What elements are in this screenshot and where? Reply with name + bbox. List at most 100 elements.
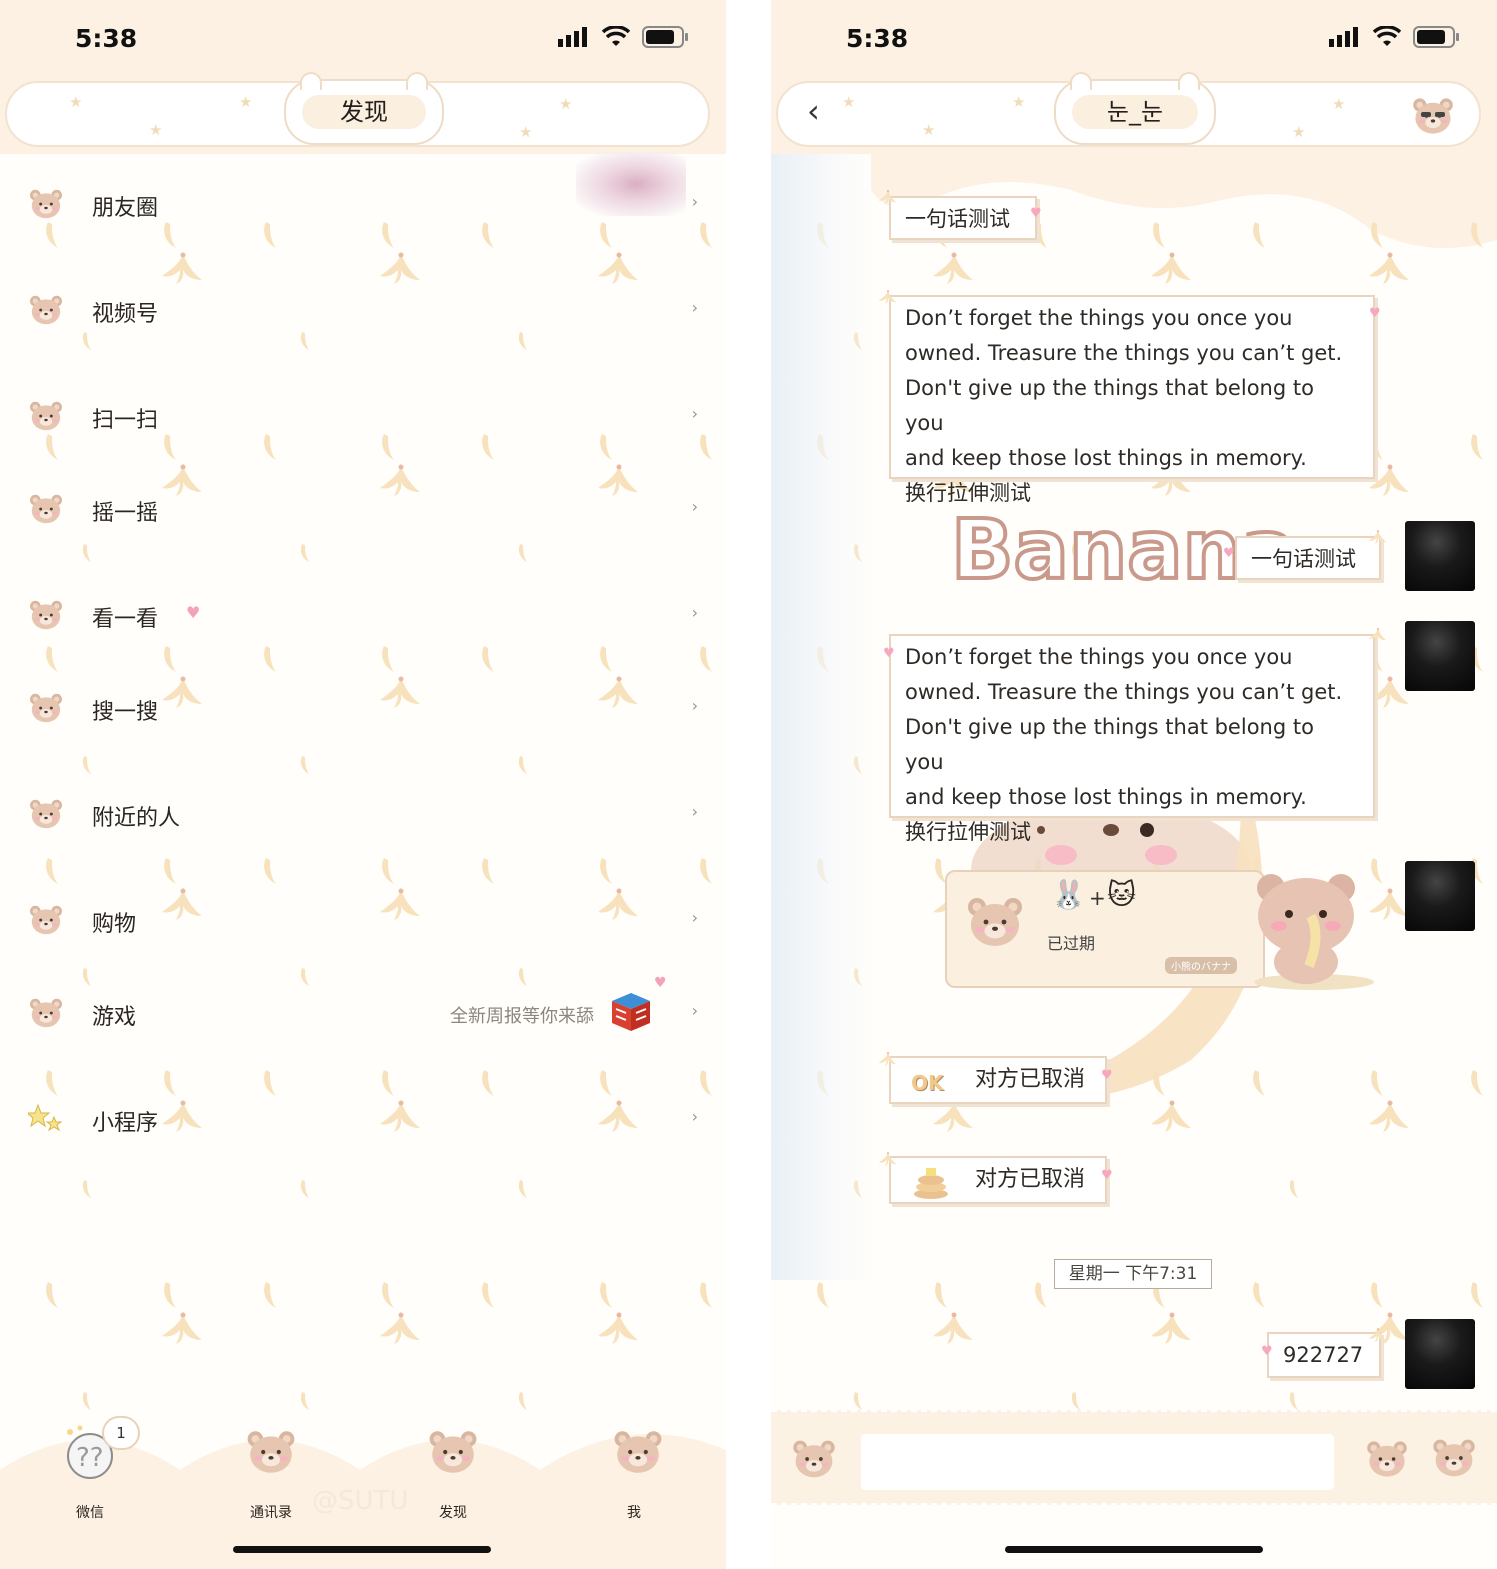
emoji-bear-icon[interactable] <box>1365 1438 1409 1482</box>
menu-item-label: 扫一扫 <box>92 408 159 433</box>
chevron-right-icon: › <box>691 404 698 423</box>
battery-icon <box>642 26 688 48</box>
status-icons <box>558 26 688 48</box>
home-indicator <box>1005 1546 1263 1553</box>
heart-icon: ♥ <box>883 646 895 661</box>
tab-contacts[interactable]: 通讯录 <box>226 1422 316 1521</box>
menu-item-shake[interactable]: 摇一摇 › <box>0 485 726 545</box>
menu-item-label: 购物 <box>92 912 137 937</box>
menu-item-games[interactable]: 游戏 全新周报等你来舔 ♥ › <box>0 975 726 1049</box>
heart-icon: ♥ <box>1030 206 1042 221</box>
transfer-card[interactable]: 🐰 + 🐱 已过期 小熊のバナナ <box>945 870 1265 988</box>
moments-preview-thumbnail <box>576 152 686 216</box>
menu-item-search[interactable]: 搜一搜 › <box>0 684 726 744</box>
status-time: 5:38 <box>846 24 909 53</box>
menu-item-label: 附近的人 <box>92 806 181 831</box>
menu-item-label: 视频号 <box>92 302 159 327</box>
avatar[interactable] <box>1405 861 1475 931</box>
pancake-icon <box>914 1168 948 1199</box>
input-bar <box>771 1410 1497 1505</box>
message-bubble[interactable]: 一句话测试 <box>889 196 1037 240</box>
voice-bear-icon[interactable] <box>791 1438 837 1482</box>
heart-icon: ♥ <box>1223 546 1235 561</box>
menu-item-label: 朋友圈 <box>92 196 159 221</box>
more-bear-icon[interactable] <box>1431 1436 1477 1482</box>
status-bar: 5:38 <box>771 0 1497 78</box>
heart-icon: ♥ <box>1261 1344 1273 1359</box>
star-icon: ★ <box>239 93 253 111</box>
bear-contacts-icon <box>247 1431 295 1473</box>
game-cube-icon <box>612 993 650 1031</box>
message-bubble[interactable]: OK 对方已取消 <box>889 1056 1107 1104</box>
menu-item-mini-programs[interactable]: 小程序 › <box>0 1095 726 1155</box>
star-icon: ★ <box>1332 95 1346 113</box>
message-bubble[interactable]: Don’t forget the things you once you own… <box>889 295 1375 505</box>
chat-screen: 5:38 ★ ★ ★ ★ ★ ‹ 눈_눈 一句话测试 ♥ Don’t forge… <box>771 0 1497 1569</box>
nav-bar: ★ ★ ★ ★ ★ ‹ 눈_눈 <box>771 72 1497 154</box>
tab-label: 发现 <box>439 1505 467 1521</box>
wifi-icon <box>1373 26 1401 46</box>
banana-corner-icon <box>1368 530 1387 545</box>
message-text: Don’t forget the things you once you own… <box>905 645 1343 844</box>
menu-item-label: 看一看 <box>92 607 159 632</box>
tab-label: 微信 <box>76 1505 104 1521</box>
chevron-right-icon: › <box>691 696 698 715</box>
message-bubble-sent[interactable]: 一句话测试 <box>1235 536 1381 580</box>
bear-me-icon <box>614 1431 662 1473</box>
message-bubble-sent[interactable]: 922727 <box>1267 1332 1381 1378</box>
menu-item-moments[interactable]: 朋友圈 › <box>0 152 726 240</box>
stars-icon <box>28 1103 63 1132</box>
unread-badge: 1 <box>102 1416 140 1450</box>
tab-me[interactable]: 我 <box>589 1422 679 1521</box>
plus-sign: + <box>1089 886 1106 910</box>
chevron-right-icon: › <box>691 1001 698 1020</box>
chat-info-bear-icon[interactable] <box>1411 96 1455 136</box>
avatar[interactable] <box>1405 1319 1475 1389</box>
heart-icon: ♥ <box>1101 1168 1113 1183</box>
status-time: 5:38 <box>75 24 138 53</box>
cat-emoji-icon: 🐱 <box>1107 878 1137 911</box>
tab-discover[interactable]: 发现 <box>408 1422 498 1521</box>
star-icon: ★ <box>559 95 573 113</box>
timestamp: 星期一 下午7:31 <box>1054 1259 1212 1289</box>
menu-item-top-stories[interactable]: 看一看 ♥ › <box>0 591 726 651</box>
wifi-icon <box>602 26 630 46</box>
chevron-right-icon: › <box>691 1107 698 1126</box>
heart-icon: ♥ <box>186 603 201 622</box>
menu-item-label: 搜一搜 <box>92 700 159 725</box>
watermark: @SUTU <box>312 1486 409 1516</box>
banana-corner-icon <box>1368 1328 1387 1343</box>
status-bar: 5:38 <box>0 0 726 78</box>
star-icon: ★ <box>842 93 856 111</box>
bear-shake-icon <box>28 493 64 525</box>
ok-icon: OK <box>911 1071 944 1095</box>
chevron-right-icon: › <box>691 497 698 516</box>
page-title: 发现 <box>302 95 426 129</box>
menu-item-people-nearby[interactable]: 附近的人 › <box>0 790 726 850</box>
signal-icon <box>1329 27 1358 47</box>
menu-item-scan[interactable]: 扫一扫 › <box>0 392 726 452</box>
heart-icon: ♥ <box>654 975 667 991</box>
battery-icon <box>1413 26 1459 48</box>
banana-corner-icon <box>878 290 897 305</box>
back-button[interactable]: ‹ <box>807 92 820 130</box>
card-brand-label: 小熊のバナナ <box>1165 957 1237 974</box>
star-icon: ★ <box>519 123 533 141</box>
message-bubble-sent[interactable]: Don’t forget the things you once you own… <box>889 634 1375 844</box>
games-promo-text: 全新周报等你来舔 <box>450 1006 594 1027</box>
title-tab: 눈_눈 <box>1054 72 1216 145</box>
message-bubble[interactable]: 对方已取消 <box>889 1156 1107 1204</box>
message-text: 一句话测试 <box>905 207 1010 231</box>
blurred-left-edge <box>771 150 876 1280</box>
menu-item-shopping[interactable]: 购物 › <box>0 896 726 956</box>
message-text: 922727 <box>1283 1343 1364 1367</box>
bear-scan-icon <box>28 400 64 432</box>
message-input[interactable] <box>861 1434 1334 1490</box>
message-text: Don’t forget the things you once you own… <box>905 306 1343 505</box>
bear-channels-icon <box>28 294 64 326</box>
star-icon: ★ <box>149 121 163 139</box>
avatar[interactable] <box>1405 521 1475 591</box>
bear-moments-icon <box>28 188 64 220</box>
avatar[interactable] <box>1405 621 1475 691</box>
menu-item-channels[interactable]: 视频号 › <box>0 286 726 346</box>
